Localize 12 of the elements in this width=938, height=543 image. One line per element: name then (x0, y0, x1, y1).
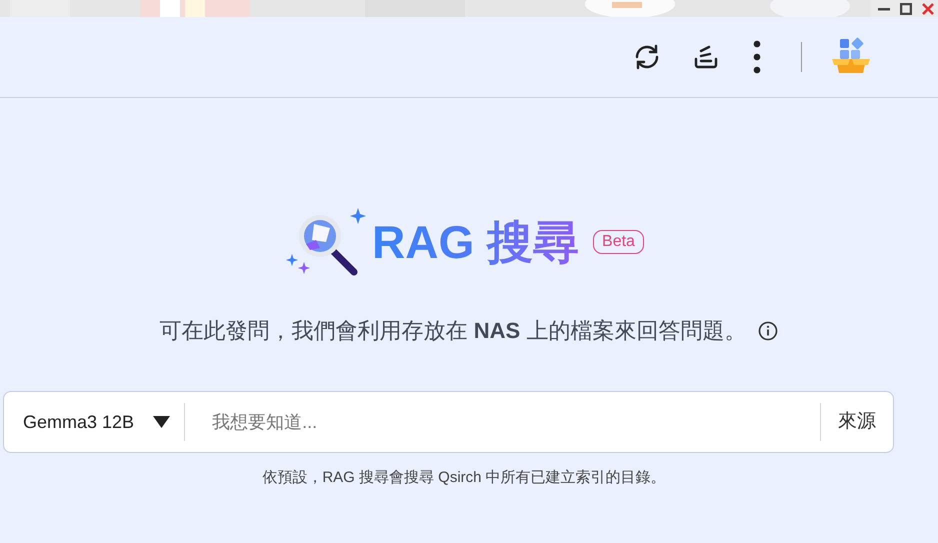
close-icon[interactable] (922, 2, 934, 14)
caret-icon (153, 416, 170, 428)
source-button[interactable]: 來源 (821, 392, 893, 452)
model-dropdown[interactable]: Gemma3 12B (4, 392, 184, 452)
page-title: RAG 搜尋 (372, 219, 580, 265)
beta-badge: Beta (593, 230, 644, 254)
maximize-icon[interactable] (900, 2, 912, 14)
description: 可在此發問，我們會利用存放在 NAS 上的檔案來回答問題。 (160, 317, 746, 345)
search-bar[interactable]: Gemma3 12B 我想要知道... 來源 (3, 391, 894, 453)
more-icon[interactable] (753, 40, 761, 74)
info-icon[interactable] (758, 320, 778, 340)
note: 依預設，RAG 搜尋會搜尋 Qsirch 中所有已建立索引的目錄。 (262, 468, 666, 488)
